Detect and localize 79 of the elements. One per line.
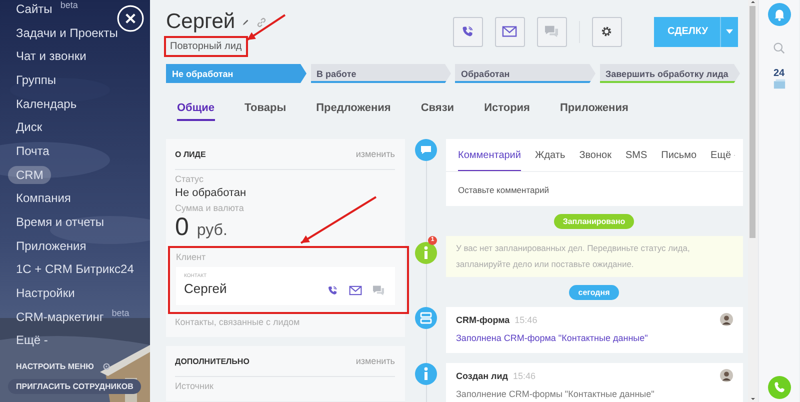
menu-item[interactable]: Диск [8,118,50,136]
info-icon [415,242,437,264]
menu-item[interactable]: Компания [8,189,79,208]
info-icon [415,363,437,385]
link-icon[interactable] [256,16,268,28]
field-value: Не обработан [175,187,248,199]
composer-tab[interactable]: Ждать [534,140,566,170]
event-title: CRM-форма [456,314,510,324]
amount-value: 0 [175,213,189,242]
gear-icon [102,362,111,372]
email-button[interactable] [494,16,525,46]
field-label: Статус [175,174,204,184]
lead-title: Сергей [166,10,236,34]
menu-item[interactable]: CRM-маркетинг [8,308,112,326]
comment-field[interactable]: Оставьте комментарий [446,172,743,206]
close-icon[interactable] [117,5,144,32]
form-icon [415,307,437,329]
card-title: О ЛИДЕ [175,150,206,158]
stage-step[interactable]: В работе [310,64,451,83]
event-link[interactable]: Заполнена CRM-форма "Контактные данные" [456,333,733,343]
section-label: сегодня [569,284,619,300]
settings-button[interactable] [592,16,622,46]
field-label: Сумма и валюта [175,203,245,213]
menu-item[interactable]: Группы [8,70,64,89]
composer-tab[interactable]: Комментарий [458,140,521,170]
more-menu[interactable]: Ещё [710,150,732,160]
stage-step[interactable]: Завершить обработку лида [600,64,740,83]
menu-item[interactable]: Ещё - [8,331,56,350]
event-text: Заполнение CRM-формы "Контактные данные" [456,389,656,399]
menu-item[interactable]: Задачи и Проекты [8,24,126,42]
contact-name[interactable]: Сергей [184,281,227,296]
tab[interactable]: Связи [420,102,454,119]
envelope-icon[interactable] [349,285,362,296]
tab[interactable]: История [484,102,530,119]
caret-icon [726,29,733,34]
menu-item[interactable]: Время и отчеты [8,213,112,232]
beta-label: beta [60,0,78,10]
tab[interactable]: Общие [177,102,215,121]
menu-item[interactable]: Приложения [8,236,94,255]
envelope-icon [502,25,518,38]
card-title: ДОПОЛНИТЕЛЬНО [175,356,250,366]
field-label: Клиент [176,252,207,262]
menu-item[interactable]: 1С + CRM Битрикс24 [8,260,142,278]
menu-item[interactable]: Календарь [8,94,85,113]
event-time: 15:46 [512,370,536,380]
composer-tab[interactable]: Звонок [579,140,612,170]
stage-step[interactable]: Обработан [455,64,596,83]
menu-item[interactable]: CRM [8,166,52,184]
phone-icon[interactable] [326,285,339,296]
tab[interactable]: Предложения [316,102,391,119]
bell-icon[interactable] [768,3,790,26]
chat-icon [544,25,560,38]
section-label: Запланировано [554,214,634,228]
lead-tag: Повторный лид [164,36,248,57]
menu-item[interactable]: Сайты [8,0,60,18]
composer-tab[interactable]: Письмо [661,140,697,170]
tab[interactable]: Товары [244,102,286,119]
app-label[interactable]: 24 [773,69,785,79]
notice-text: У вас нет запланированных дел. Передвиньте статус лида, запланируйте дело или поставьте ожидание. [446,236,743,277]
menu-settings-link[interactable]: НАСТРОИТЬ МЕНЮ [16,362,94,372]
invite-button[interactable]: ПРИГЛАСИТЬ СОТРУДНИКОВ [8,379,142,394]
annotation-arrow [246,14,286,41]
avatar-icon [720,313,733,326]
menu-item[interactable]: Чат и звонки [8,47,94,66]
tab[interactable]: Приложения [560,102,628,119]
avatar-icon [720,369,733,382]
event-title: Создан лид [456,370,508,380]
call-button[interactable] [452,16,483,46]
event-time: 15:46 [514,314,538,324]
comment-icon [415,139,437,161]
beta-label: beta [112,308,130,318]
field-label: Источник [175,381,214,391]
stack-icon [772,79,786,89]
phone-icon [460,25,476,38]
pencil-icon[interactable] [241,18,250,26]
menu-item[interactable]: Настройки [8,284,83,302]
hint-text: Контакты, связанные с лидом [175,317,301,327]
currency-label: руб. [196,222,228,240]
composer-tab[interactable]: SMS [625,140,648,170]
